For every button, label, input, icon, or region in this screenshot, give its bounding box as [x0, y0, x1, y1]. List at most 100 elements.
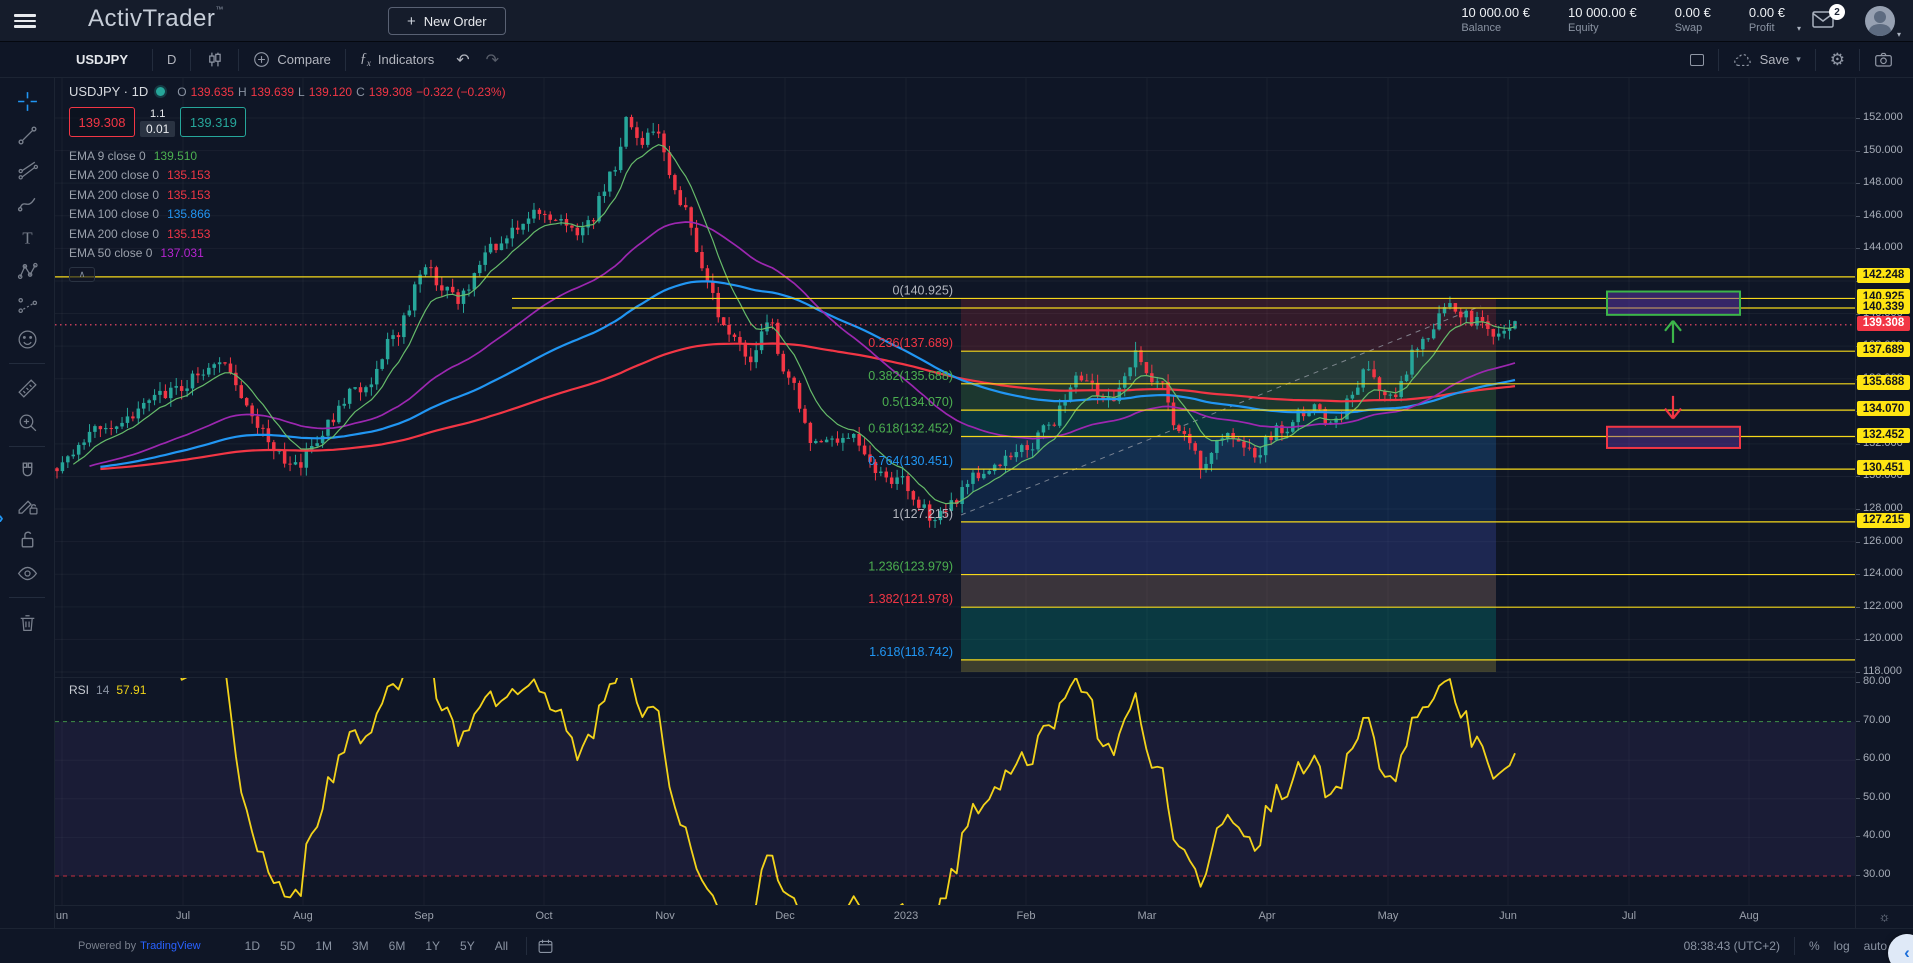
- buy-target-box[interactable]: [1607, 292, 1740, 315]
- chart-type-button[interactable]: [191, 42, 238, 77]
- drawing-lock-tool[interactable]: [8, 488, 46, 522]
- gear-icon: ⚙: [1830, 50, 1845, 70]
- price-axis[interactable]: 152.000150.000148.000146.000144.000142.0…: [1855, 78, 1913, 905]
- fib-band: [961, 575, 1496, 608]
- fib-retracement-tool[interactable]: [8, 152, 46, 186]
- range-button-1m[interactable]: 1M: [307, 936, 340, 956]
- brush-tool[interactable]: [8, 186, 46, 220]
- range-button-5d[interactable]: 5D: [272, 936, 303, 956]
- save-button[interactable]: Save ▾: [1719, 42, 1815, 77]
- fib-band: [961, 437, 1496, 470]
- calendar-icon: [537, 938, 554, 955]
- indicators-label: Indicators: [378, 52, 434, 67]
- axis-settings-corner[interactable]: ☼: [1855, 905, 1913, 928]
- text-icon: T: [16, 226, 39, 249]
- zoom-in-tool[interactable]: [8, 405, 46, 439]
- xabcd-pattern-tool[interactable]: [8, 254, 46, 288]
- percent-scale-button[interactable]: %: [1809, 939, 1820, 953]
- rsi-tick: 30.00: [1863, 868, 1891, 880]
- clock[interactable]: 08:38:43 (UTC+2): [1684, 939, 1780, 953]
- indicator-row[interactable]: EMA 200 close 0135.153: [69, 166, 506, 186]
- level-price-label: 135.688: [1857, 375, 1910, 390]
- measure-tool[interactable]: [8, 371, 46, 405]
- trend-line-tool[interactable]: [8, 118, 46, 152]
- fib-band: [961, 607, 1496, 660]
- measure-icon: [16, 377, 39, 400]
- go-to-date-button[interactable]: [537, 938, 554, 955]
- new-order-label: New Order: [424, 14, 487, 29]
- legend-collapse-button[interactable]: ∧: [69, 267, 95, 282]
- indicators-fx-icon: ƒx: [360, 51, 371, 68]
- buy-arrow-icon[interactable]: [1665, 321, 1681, 343]
- chart-toolbar: USDJPY D Compare ƒx Indicators ↶ ↷: [0, 42, 1913, 78]
- time-axis[interactable]: unJulAugSepOctNovDec2023FebMarAprMayJunJ…: [55, 905, 1855, 928]
- legend-symbol[interactable]: USDJPY · 1D: [69, 84, 148, 99]
- cloud-icon: [1733, 52, 1753, 67]
- magnet-tool[interactable]: [8, 454, 46, 488]
- profit-caret-icon[interactable]: ▾: [1797, 24, 1801, 33]
- rsi-tick: 70.00: [1863, 714, 1891, 726]
- auto-scale-button[interactable]: auto: [1864, 939, 1887, 953]
- rsi-pane[interactable]: RSI 14 57.91: [55, 677, 1855, 905]
- forecast-tool[interactable]: [8, 288, 46, 322]
- sell-target-box[interactable]: [1607, 427, 1740, 448]
- fib-label: 0.618(132.452): [868, 422, 953, 436]
- crosshair-tool[interactable]: [8, 84, 46, 118]
- level-price-label: 132.452: [1857, 428, 1910, 443]
- indicator-row[interactable]: EMA 100 close 0135.866: [69, 205, 506, 225]
- sell-arrow-icon[interactable]: [1665, 396, 1681, 419]
- indicator-row[interactable]: EMA 9 close 0139.510: [69, 146, 506, 166]
- fib-band: [961, 469, 1496, 522]
- tradingview-link[interactable]: TradingView: [140, 940, 201, 952]
- save-caret-icon: ▾: [1796, 54, 1801, 65]
- rsi-canvas[interactable]: [55, 678, 1855, 905]
- time-tick: Apr: [1258, 910, 1275, 922]
- indicators-button[interactable]: ƒx Indicators: [346, 42, 448, 77]
- compare-button[interactable]: Compare: [239, 42, 344, 77]
- range-button-6m[interactable]: 6M: [381, 936, 414, 956]
- time-tick: un: [56, 910, 68, 922]
- price-pane[interactable]: 0(140.925)0.236(137.689)0.382(135.688)0.…: [55, 78, 1855, 677]
- log-scale-button[interactable]: log: [1834, 939, 1850, 953]
- hide-all-drawings-tool[interactable]: [8, 556, 46, 590]
- account-stat-profit[interactable]: 0.00 €Profit▾: [1749, 5, 1785, 34]
- emoji-tool[interactable]: [8, 322, 46, 356]
- text-tool[interactable]: T: [8, 220, 46, 254]
- brightness-icon: ☼: [1879, 909, 1891, 924]
- rsi-name[interactable]: RSI: [69, 683, 89, 697]
- range-button-3m[interactable]: 3M: [344, 936, 377, 956]
- range-button-1d[interactable]: 1D: [237, 936, 268, 956]
- undo-button[interactable]: ↶: [448, 42, 477, 77]
- lock-all-drawings-tool[interactable]: [8, 522, 46, 556]
- drawing-toolbar: T: [0, 78, 55, 963]
- indicator-row[interactable]: EMA 50 close 0137.031: [69, 244, 506, 264]
- redo-button[interactable]: ↷: [478, 42, 507, 77]
- new-order-button[interactable]: + New Order: [388, 7, 506, 35]
- timeframe-selector[interactable]: D: [153, 42, 190, 77]
- fib-label: 0.5(134.070): [882, 395, 953, 409]
- indicator-row[interactable]: EMA 200 close 0135.153: [69, 185, 506, 205]
- notifications-button[interactable]: 2: [1811, 9, 1837, 31]
- magnet-icon: [16, 460, 39, 483]
- menu-icon[interactable]: [14, 11, 36, 29]
- svg-text:T: T: [22, 228, 32, 247]
- chart-settings-button[interactable]: ⚙: [1816, 42, 1859, 77]
- range-button-all[interactable]: All: [487, 936, 516, 956]
- candlestick-icon: [205, 50, 224, 69]
- sell-bid-button[interactable]: 139.308: [69, 107, 135, 137]
- fib-band: [961, 351, 1496, 384]
- range-button-1y[interactable]: 1Y: [417, 936, 448, 956]
- layout-button[interactable]: [1676, 42, 1718, 77]
- buy-ask-button[interactable]: 139.319: [180, 107, 246, 137]
- range-button-5y[interactable]: 5Y: [452, 936, 483, 956]
- symbol-selector[interactable]: USDJPY: [58, 42, 152, 77]
- indicator-row[interactable]: EMA 200 close 0135.153: [69, 224, 506, 244]
- top-bar: ActivTrader™ + New Order 10 000.00 €Bala…: [0, 0, 1913, 42]
- trend-line-icon: [16, 124, 39, 147]
- screenshot-button[interactable]: [1860, 42, 1907, 77]
- avatar-caret-icon: ▾: [1897, 30, 1901, 39]
- user-avatar-button[interactable]: [1865, 6, 1895, 36]
- remove-all-drawings-tool[interactable]: [8, 605, 46, 639]
- lock-all-drawings-icon: [16, 528, 39, 551]
- panel-expand-handle[interactable]: ›: [0, 508, 4, 528]
